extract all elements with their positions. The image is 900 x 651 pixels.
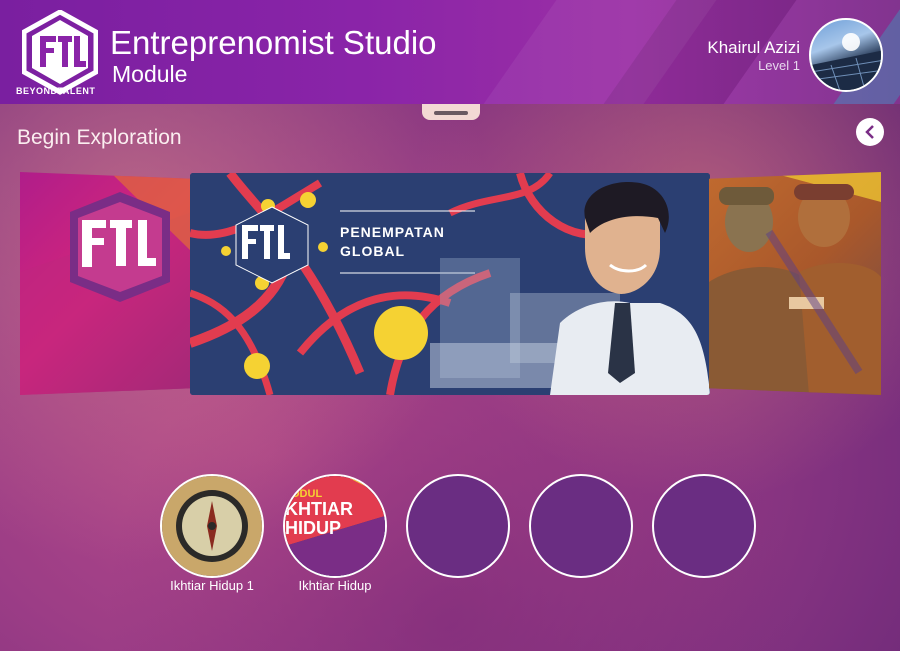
thumb-text-line: HIDUP [285, 518, 342, 538]
thumb-text-line: KHTIAR [285, 499, 353, 519]
carousel-card-right[interactable] [709, 172, 881, 395]
card-title-line: PENEMPATAN [340, 224, 445, 240]
app-header: BEYONDTALENT Entreprenomist Studio Modul… [0, 0, 900, 104]
section-title: Begin Exploration [17, 126, 182, 149]
penempatan-global-banner [190, 173, 710, 395]
user-level: Level 1 [758, 58, 800, 73]
module-label: Ikhtiar Hidup [298, 578, 372, 593]
back-button[interactable] [856, 118, 884, 146]
module-thumb-ikhtiar[interactable]: ODUL KHTIAR HIDUP [283, 474, 387, 578]
carousel-card-left[interactable] [20, 172, 192, 395]
carousel-card-main[interactable]: PENEMPATAN GLOBAL [190, 173, 710, 395]
avatar[interactable] [809, 18, 883, 92]
module-label: Ikhtiar Hidup 1 [170, 578, 254, 593]
drawer-handle[interactable] [422, 104, 480, 120]
module-thumb-compass[interactable] [160, 474, 264, 578]
app-subtitle: Module [112, 61, 188, 87]
soldiers-image [709, 172, 881, 395]
handle-grip-icon [434, 111, 468, 115]
card-title-line: GLOBAL [340, 243, 406, 259]
chevron-left-icon [865, 125, 874, 139]
compass-icon [162, 476, 262, 576]
app-title: Entreprenomist Studio [110, 24, 437, 61]
brand-name: BEYONDTALENT [16, 86, 96, 96]
ftl-logo-icon [20, 172, 192, 395]
module-slot-empty[interactable] [406, 474, 510, 578]
module-slot-empty[interactable] [652, 474, 756, 578]
module-slot-empty[interactable] [529, 474, 633, 578]
user-name: Khairul Azizi [707, 38, 800, 57]
card-title: PENEMPATAN GLOBAL [340, 223, 470, 261]
thumb-text: KHTIAR HIDUP [285, 500, 353, 538]
